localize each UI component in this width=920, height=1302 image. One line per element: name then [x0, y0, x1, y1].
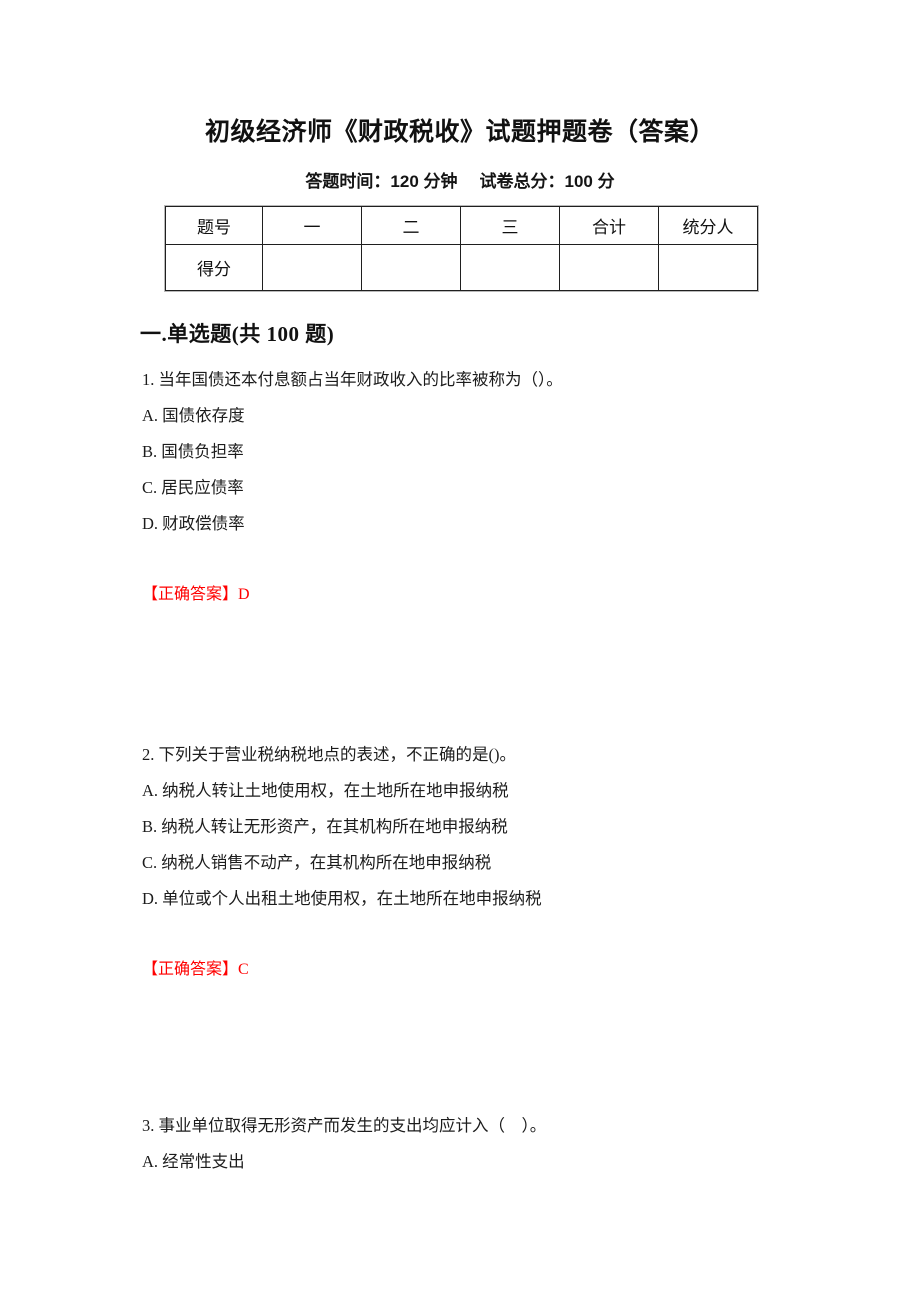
correct-answer: 【正确答案】D: [142, 586, 250, 603]
exam-page: 初级经济师《财政税收》试题押题卷（答案） 答题时间：120 分钟 试卷总分：100…: [0, 0, 920, 1302]
table-header-cell: 合计: [559, 206, 659, 245]
answer-wrapper: 【正确答案】D: [142, 580, 250, 610]
table-header-cell: 二: [361, 206, 461, 245]
question-option[interactable]: D. 单位或个人出租土地使用权，在土地所在地申报纳税: [142, 881, 842, 917]
table-header-cell: 题号: [165, 206, 263, 245]
table-header-cell: 一: [262, 206, 362, 245]
score-cell[interactable]: [559, 244, 659, 291]
question-block: 2. 下列关于营业税纳税地点的表述，不正确的是()。 A. 纳税人转让土地使用权…: [142, 737, 842, 978]
answer-time-label: 答题时间：120 分钟: [305, 172, 458, 191]
score-cell[interactable]: [460, 244, 560, 291]
score-cell[interactable]: [658, 244, 758, 291]
question-option[interactable]: D. 财政偿债率: [142, 506, 842, 542]
exam-meta: 答题时间：120 分钟 试卷总分：100 分: [0, 167, 920, 192]
section-heading: 一.单选题(共 100 题): [140, 322, 335, 346]
table-header-cell: 统分人: [658, 206, 758, 245]
question-block: 1. 当年国债还本付息额占当年财政收入的比率被称为（）。 A. 国债依存度 B.…: [142, 362, 842, 603]
table-header-cell: 三: [460, 206, 560, 245]
table-row: 得分: [165, 244, 758, 291]
question-block: 3. 事业单位取得无形资产而发生的支出均应计入（ ）。 A. 经常性支出: [142, 1108, 842, 1180]
answer-wrapper: 【正确答案】C: [142, 955, 249, 985]
correct-answer: 【正确答案】C: [142, 961, 249, 978]
question-option[interactable]: A. 经常性支出: [142, 1144, 842, 1180]
question-stem: 2. 下列关于营业税纳税地点的表述，不正确的是()。: [142, 745, 516, 764]
total-score-label: 试卷总分：100 分: [479, 172, 615, 191]
score-cell[interactable]: [361, 244, 461, 291]
question-option[interactable]: B. 纳税人转让无形资产，在其机构所在地申报纳税: [142, 809, 842, 845]
question-option[interactable]: C. 居民应债率: [142, 470, 842, 506]
table-row-label: 得分: [165, 244, 263, 291]
question-option[interactable]: A. 国债依存度: [142, 398, 842, 434]
question-stem: 1. 当年国债还本付息额占当年财政收入的比率被称为（）。: [142, 370, 563, 389]
question-option[interactable]: A. 纳税人转让土地使用权，在土地所在地申报纳税: [142, 773, 842, 809]
question-option[interactable]: B. 国债负担率: [142, 434, 842, 470]
score-cell[interactable]: [262, 244, 362, 291]
question-stem: 3. 事业单位取得无形资产而发生的支出均应计入（ ）。: [142, 1116, 547, 1135]
page-title: 初级经济师《财政税收》试题押题卷（答案）: [204, 119, 715, 146]
table-row-header: 题号 一 二 三 合计 统分人: [165, 206, 758, 245]
question-option[interactable]: C. 纳税人销售不动产，在其机构所在地申报纳税: [142, 845, 842, 881]
score-table: 题号 一 二 三 合计 统分人 得分: [165, 206, 758, 291]
